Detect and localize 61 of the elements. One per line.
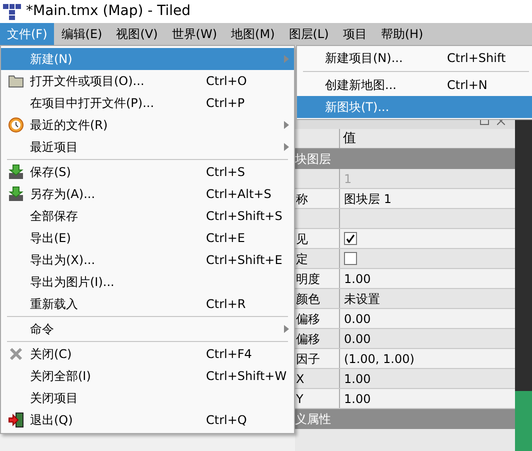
menu-item[interactable]: 新图块(T)... xyxy=(297,96,532,118)
menu-item[interactable]: 新建(N) xyxy=(1,48,294,70)
menu-item[interactable]: 重新载入 Ctrl+R xyxy=(1,293,294,315)
property-name: 因子 xyxy=(295,350,320,368)
menu-item[interactable]: 关闭项目 xyxy=(1,387,294,409)
menu-item[interactable]: 退出(Q) Ctrl+Q xyxy=(1,409,294,431)
folder-icon xyxy=(8,74,24,88)
menu-bar-item[interactable]: 编辑(E) xyxy=(54,23,110,45)
group-header: 块图层 xyxy=(295,149,515,169)
menu-item[interactable]: 在项目中打开文件(P)... Ctrl+P xyxy=(1,92,294,114)
property-name: 称 xyxy=(295,190,308,208)
property-name: 颜色 xyxy=(295,290,320,308)
save-icon xyxy=(8,186,24,202)
menu-item[interactable]: 导出为(X)... Ctrl+Shift+E xyxy=(1,249,294,271)
property-value: (1.00, 1.00) xyxy=(344,350,414,368)
menu-item[interactable]: 最近的文件(R) xyxy=(1,114,294,136)
save-icon xyxy=(8,164,24,180)
property-value: 0.00 xyxy=(344,310,371,328)
menu-item[interactable]: 关闭全部(I) Ctrl+Shift+W xyxy=(1,365,294,387)
clock-icon xyxy=(8,117,24,133)
property-name: X xyxy=(295,370,304,388)
menu-item[interactable]: 命令 xyxy=(1,318,294,340)
menu-item[interactable]: 全部保存 Ctrl+Shift+S xyxy=(1,205,294,227)
menu-bar-item[interactable]: 地图(M) xyxy=(224,23,282,45)
menu-item[interactable]: 打开文件或项目(O)... Ctrl+O xyxy=(1,70,294,92)
menu-item[interactable]: 导出(E) Ctrl+E xyxy=(1,227,294,249)
property-name: Y xyxy=(295,390,304,408)
menu-item[interactable]: 保存(S) Ctrl+S xyxy=(1,161,294,183)
checkbox[interactable] xyxy=(344,252,357,265)
menu-item[interactable]: 另存为(A)... Ctrl+Alt+S xyxy=(1,183,294,205)
window-title: *Main.tmx (Map) - Tiled xyxy=(26,2,191,21)
property-name: 定 xyxy=(295,250,308,268)
property-value: 1 xyxy=(344,170,352,188)
menu-bar-item[interactable]: 世界(W) xyxy=(164,23,224,45)
menu-item[interactable]: 创建新地图... Ctrl+N xyxy=(297,74,532,96)
column-header: 值 xyxy=(342,130,357,148)
group-header: 义属性 xyxy=(295,409,515,429)
menu-item[interactable]: 最近项目 xyxy=(1,136,294,158)
menu-bar-item[interactable]: 视图(V) xyxy=(109,23,165,45)
menu-item[interactable]: 导出为图片(I)... xyxy=(1,271,294,293)
map-tile xyxy=(515,391,532,451)
property-value: 1.00 xyxy=(344,370,371,388)
menu-bar-item[interactable]: 帮助(H) xyxy=(374,23,430,45)
property-value: 1.00 xyxy=(344,270,371,288)
app-logo-icon xyxy=(3,4,21,20)
property-name: 明度 xyxy=(295,270,320,288)
checkbox[interactable] xyxy=(344,232,357,245)
menu-item[interactable]: 新建项目(N)... Ctrl+Shift xyxy=(297,47,532,69)
property-value: 未设置 xyxy=(344,290,380,308)
property-value: 图块层 1 xyxy=(344,190,392,208)
property-name: 偏移 xyxy=(295,310,320,328)
property-value: 0.00 xyxy=(344,330,371,348)
menu-bar-item[interactable]: 文件(F) xyxy=(0,23,54,45)
property-value: 1.00 xyxy=(344,390,371,408)
property-name: 见 xyxy=(295,230,308,248)
menu-bar-item[interactable]: 项目 xyxy=(336,23,374,45)
exit-icon xyxy=(8,412,24,428)
property-name: 偏移 xyxy=(295,330,320,348)
menu-item[interactable]: 关闭(C) Ctrl+F4 xyxy=(1,343,294,365)
menu-bar-item[interactable]: 图层(L) xyxy=(282,23,336,45)
close-icon xyxy=(8,347,22,361)
